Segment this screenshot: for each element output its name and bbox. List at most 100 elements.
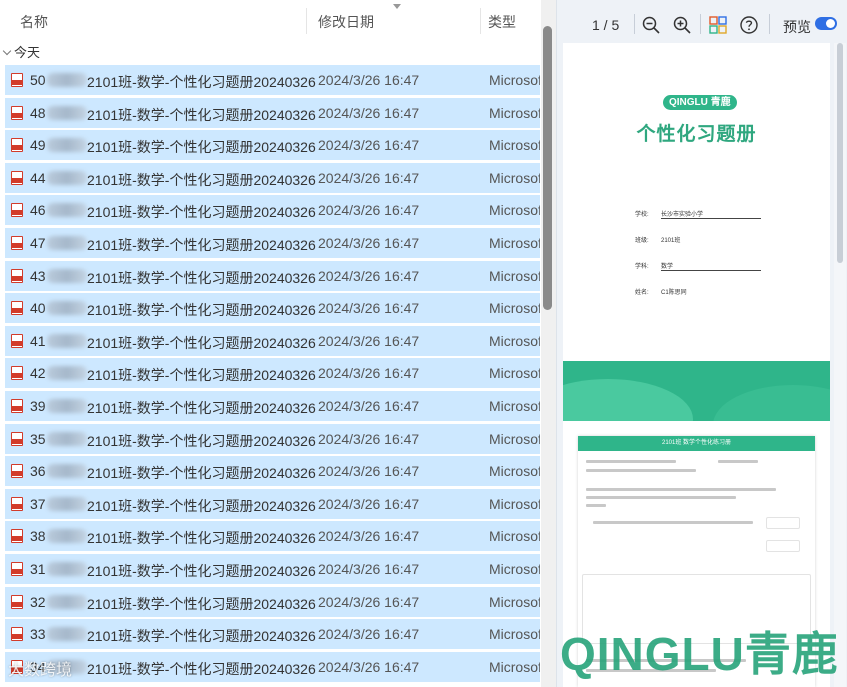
scrollbar-thumb[interactable] bbox=[543, 26, 552, 310]
file-number: 48 bbox=[30, 104, 46, 121]
table-row[interactable]: 34 2101班-数学-个性化习题册20240326 2024/3/26 16:47… bbox=[5, 651, 540, 682]
explorer-window: 名称 修改日期 类型 今天 50 2101班-数学-个性化习题册20240326 2… bbox=[0, 0, 847, 687]
redacted-name bbox=[47, 268, 87, 283]
file-number: 32 bbox=[30, 593, 46, 610]
redacted-name bbox=[47, 562, 87, 576]
text-line bbox=[718, 460, 758, 463]
file-number: 36 bbox=[30, 463, 46, 480]
pdf-file-icon bbox=[11, 301, 23, 316]
table-row[interactable]: 50 2101班-数学-个性化习题册20240326 2024/3/26 16:47… bbox=[5, 65, 540, 95]
file-date: 2024/3/26 16:47 bbox=[318, 332, 420, 349]
scrollbar-thumb[interactable] bbox=[837, 43, 843, 263]
field-value: 长沙市实验小学 bbox=[661, 209, 761, 219]
file-type: Microsoft bbox=[489, 528, 540, 545]
question-line bbox=[593, 521, 753, 524]
column-divider[interactable] bbox=[480, 8, 481, 34]
group-label: 今天 bbox=[14, 45, 41, 60]
card-title: 2101班 数学个性化练习册 bbox=[578, 436, 815, 451]
file-type: Microsoft bbox=[489, 202, 540, 219]
table-row[interactable]: 42 2101班-数学-个性化习题册20240326 2024/3/26 16:47… bbox=[5, 358, 540, 389]
file-number: 35 bbox=[30, 430, 46, 447]
table-row[interactable]: 39 2101班-数学-个性化习题册20240326 2024/3/26 16:47… bbox=[5, 391, 540, 421]
file-list-pane: 名称 修改日期 类型 今天 50 2101班-数学-个性化习题册20240326 2… bbox=[0, 0, 556, 687]
file-name: 2101班-数学-个性化习题册20240326 bbox=[87, 497, 316, 514]
table-row[interactable]: 48 2101班-数学-个性化习题册20240326 2024/3/26 16:47… bbox=[5, 97, 540, 128]
table-row[interactable]: 43 2101班-数学-个性化习题册20240326 2024/3/26 16:47… bbox=[5, 260, 540, 291]
file-date: 2024/3/26 16:47 bbox=[318, 495, 420, 512]
table-row[interactable]: 44 2101班-数学-个性化习题册20240326 2024/3/26 16:47… bbox=[5, 162, 540, 193]
preview-scrollbar[interactable] bbox=[834, 43, 846, 687]
text-line bbox=[586, 504, 606, 507]
file-name: 2101班-数学-个性化习题册20240326 bbox=[87, 139, 316, 156]
pdf-file-icon bbox=[11, 203, 23, 218]
column-type[interactable]: 类型 bbox=[488, 12, 516, 32]
file-date: 2024/3/26 16:47 bbox=[318, 463, 420, 480]
preview-toggle[interactable] bbox=[815, 17, 837, 30]
field-student-name: 姓名: C1陈思同 bbox=[635, 287, 687, 296]
zoom-out-icon[interactable] bbox=[641, 15, 661, 35]
pdf-file-icon bbox=[11, 366, 23, 381]
field-label: 姓名: bbox=[635, 290, 649, 296]
redacted-name bbox=[47, 529, 87, 544]
decorative-band bbox=[563, 361, 830, 421]
table-row[interactable]: 41 2101班-数学-个性化习题册20240326 2024/3/26 16:47… bbox=[5, 325, 540, 356]
table-row[interactable]: 32 2101班-数学-个性化习题册20240326 2024/3/26 16:47… bbox=[5, 586, 540, 617]
redacted-name bbox=[47, 170, 87, 185]
table-row[interactable]: 36 2101班-数学-个性化习题册20240326 2024/3/26 16:47… bbox=[5, 456, 540, 487]
pdf-file-icon bbox=[11, 496, 23, 511]
redacted-name bbox=[47, 105, 87, 120]
table-row[interactable]: 47 2101班-数学-个性化习题册20240326 2024/3/26 16:47… bbox=[5, 228, 540, 258]
file-date: 2024/3/26 16:47 bbox=[318, 593, 420, 610]
sort-indicator-icon bbox=[393, 4, 401, 9]
grid-icon[interactable] bbox=[708, 15, 728, 35]
watermark-text: 大数跨境 bbox=[8, 662, 73, 679]
file-name: 2101班-数学-个性化习题册20240326 bbox=[87, 204, 316, 221]
table-row[interactable]: 38 2101班-数学-个性化习题册20240326 2024/3/26 16:47… bbox=[5, 521, 540, 552]
file-type: Microsoft bbox=[489, 235, 540, 251]
field-subject: 学科: 数学 bbox=[635, 261, 761, 271]
page-indicator: 1 / 5 bbox=[592, 17, 620, 33]
file-name: 2101班-数学-个性化习题册20240326 bbox=[87, 334, 316, 351]
toolbar-divider bbox=[634, 14, 635, 34]
answer-box bbox=[766, 540, 800, 552]
file-type: Microsoft bbox=[489, 137, 540, 154]
file-name: 2101班-数学-个性化习题册20240326 bbox=[87, 530, 316, 547]
table-row[interactable]: 31 2101班-数学-个性化习题册20240326 2024/3/26 16:47… bbox=[5, 554, 540, 584]
file-number: 47 bbox=[30, 235, 46, 251]
table-row[interactable]: 46 2101班-数学-个性化习题册20240326 2024/3/26 16:47… bbox=[5, 195, 540, 226]
pdf-file-icon bbox=[11, 333, 23, 348]
text-line bbox=[586, 496, 736, 499]
group-header-today[interactable]: 今天 bbox=[2, 42, 41, 61]
column-divider[interactable] bbox=[306, 8, 307, 34]
column-name[interactable]: 名称 bbox=[20, 12, 48, 32]
zoom-in-icon[interactable] bbox=[672, 15, 692, 35]
file-type: Microsoft bbox=[489, 626, 540, 643]
table-row[interactable]: 33 2101班-数学-个性化习题册20240326 2024/3/26 16:47… bbox=[5, 619, 540, 650]
redacted-name bbox=[47, 464, 87, 479]
text-line bbox=[586, 488, 776, 491]
document-preview[interactable]: QINGLU 青鹿 个性化习题册 学校: 长沙市实验小学 班级: 2101班 学… bbox=[563, 43, 830, 687]
field-label: 学科: bbox=[635, 264, 649, 270]
file-number: 43 bbox=[30, 267, 46, 284]
pdf-file-icon bbox=[11, 464, 23, 479]
file-date: 2024/3/26 16:47 bbox=[318, 104, 420, 121]
file-date: 2024/3/26 16:47 bbox=[318, 235, 420, 251]
help-icon[interactable] bbox=[739, 15, 759, 35]
pdf-file-icon bbox=[11, 73, 23, 87]
file-type: Microsoft bbox=[489, 561, 540, 577]
chevron-down-icon[interactable] bbox=[2, 46, 12, 56]
file-type: Microsoft bbox=[489, 365, 540, 382]
file-date: 2024/3/26 16:47 bbox=[318, 658, 420, 675]
field-value: 数学 bbox=[661, 261, 761, 271]
brand-badge: QINGLU 青鹿 bbox=[663, 95, 737, 110]
table-row[interactable]: 37 2101班-数学-个性化习题册20240326 2024/3/26 16:47… bbox=[5, 488, 540, 519]
column-date[interactable]: 修改日期 bbox=[318, 12, 374, 32]
file-list-scrollbar[interactable] bbox=[541, 0, 556, 687]
file-name: 2101班-数学-个性化习题册20240326 bbox=[87, 106, 316, 123]
file-type: Microsoft bbox=[489, 658, 540, 675]
table-row[interactable]: 49 2101班-数学-个性化习题册20240326 2024/3/26 16:47… bbox=[5, 130, 540, 161]
table-row[interactable]: 35 2101班-数学-个性化习题册20240326 2024/3/26 16:47… bbox=[5, 423, 540, 454]
band-shape bbox=[713, 385, 830, 421]
table-row[interactable]: 40 2101班-数学-个性化习题册20240326 2024/3/26 16:47… bbox=[5, 293, 540, 324]
file-type: Microsoft bbox=[489, 72, 540, 88]
